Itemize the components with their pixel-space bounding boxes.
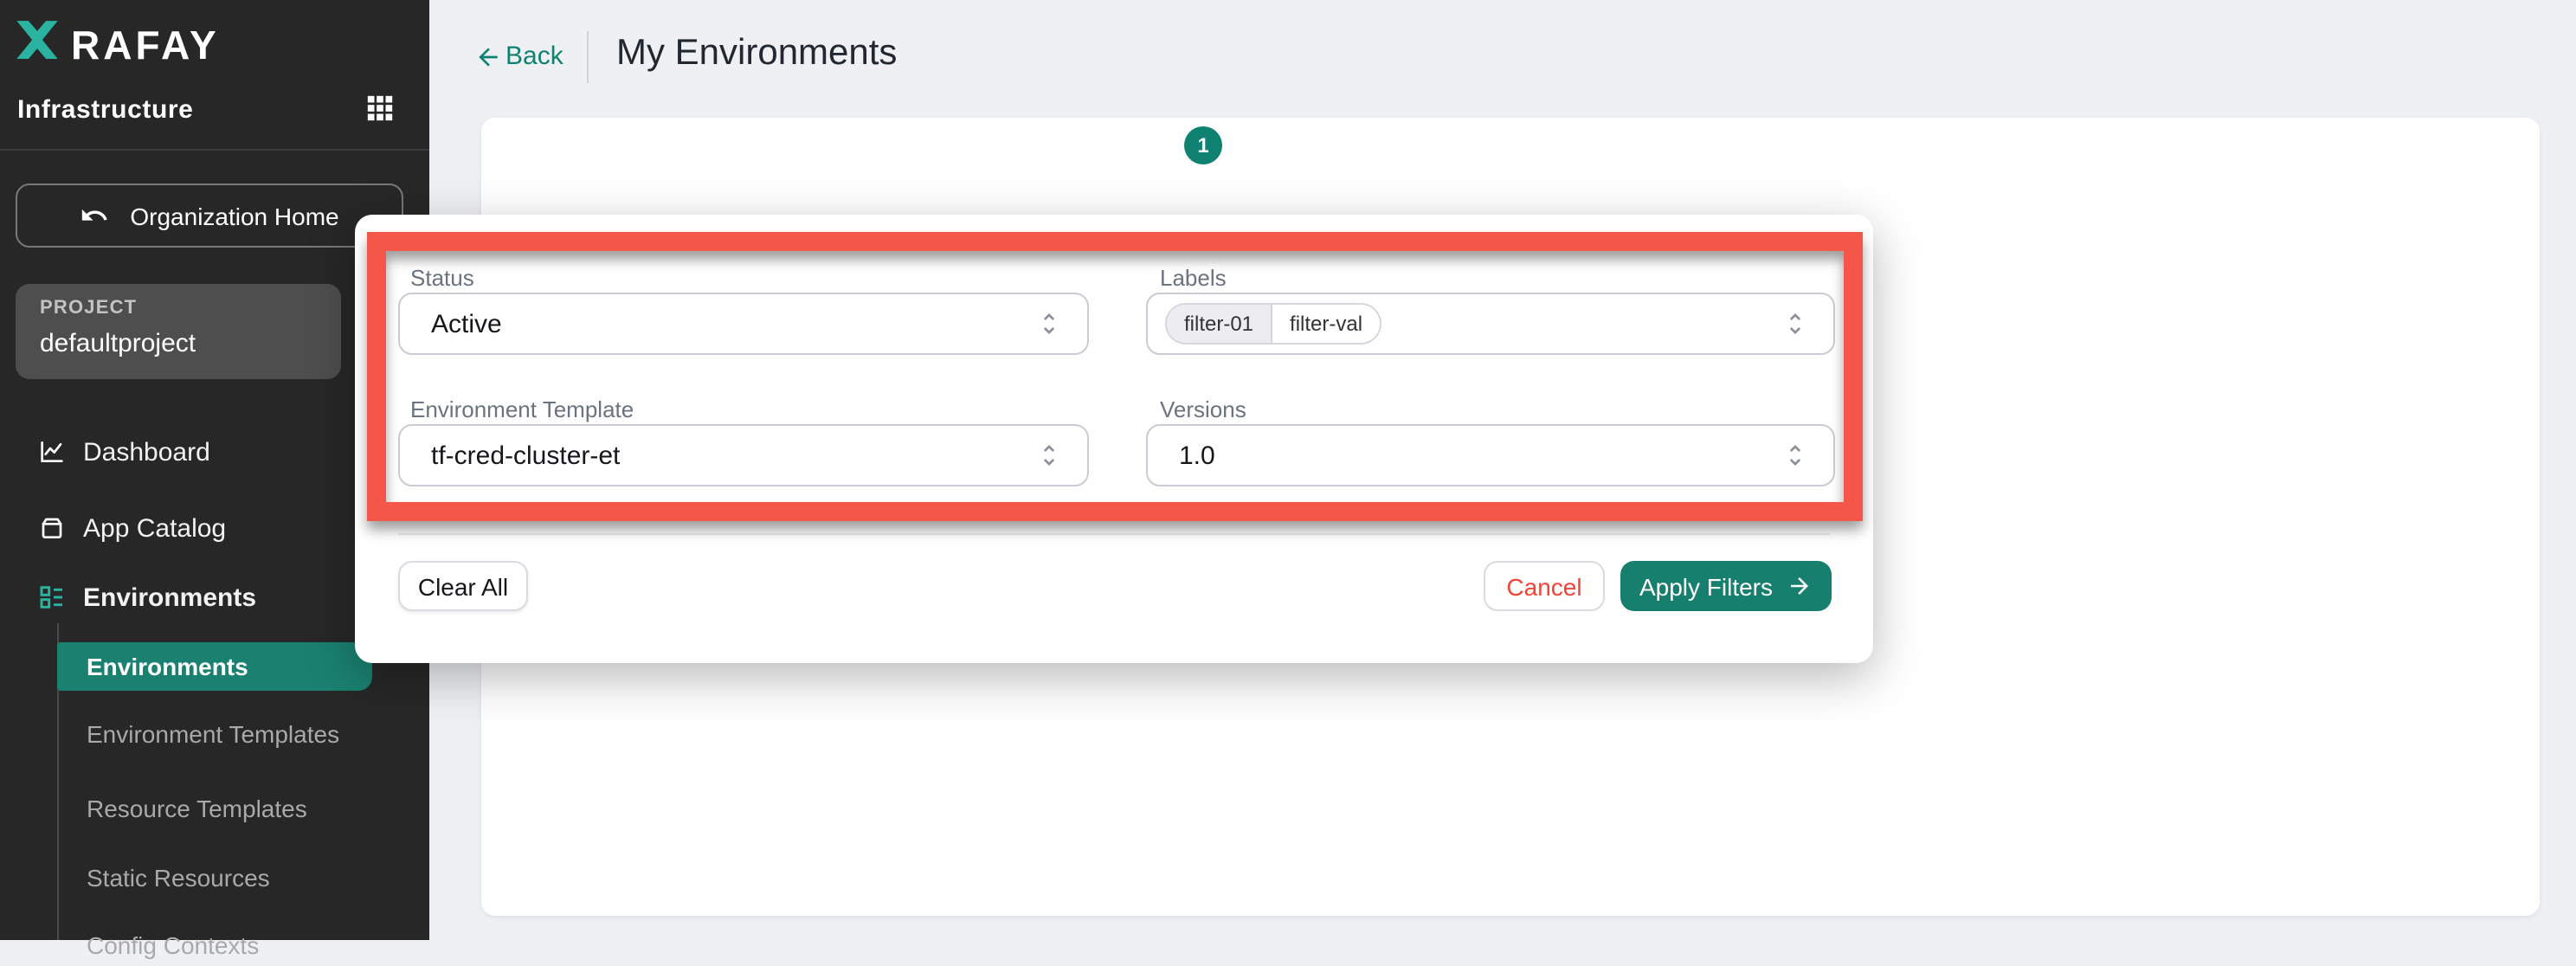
sidebar-item-label: Dashboard [83,437,210,467]
label-chip-value: filter-val [1271,305,1380,343]
apps-grid-icon[interactable] [365,93,395,123]
versions-field-label: Versions [1160,396,1246,422]
sidebar-subitem-static-resources[interactable]: Static Resources [87,864,270,898]
sidebar-subitem-config-contexts[interactable]: Config Contexts [87,931,259,966]
sidebar-divider [0,149,429,151]
project-name: defaultproject [40,329,196,358]
rafay-logo-icon [14,19,61,61]
sidebar-subitem-resource-templates[interactable]: Resource Templates [87,795,307,829]
project-selector[interactable]: PROJECT defaultproject [16,284,341,379]
environments-list-icon [38,583,66,611]
labels-select[interactable]: filter-01 filter-val [1146,293,1835,355]
app-catalog-box-icon [38,514,66,542]
project-label: PROJECT [40,298,137,319]
filter-count-badge: 1 [1184,126,1222,164]
versions-value: 1.0 [1179,441,1781,470]
header-divider [587,31,589,83]
unfold-more-icon [1035,310,1063,338]
unfold-more-icon [1781,441,1809,469]
status-select-value: Active [431,309,1035,338]
product-name: Infrastructure [17,95,193,125]
template-field-label: Environment Template [410,396,634,422]
clear-all-button[interactable]: Clear All [398,561,528,611]
filter-dialog: Status Active Labels filter-01 filter-va… [355,215,1873,663]
unfold-more-icon [1035,441,1063,469]
apply-filters-button[interactable]: Apply Filters [1620,561,1832,611]
cancel-button[interactable]: Cancel [1484,561,1605,611]
page-title: My Environments [616,33,897,74]
organization-home-label: Organization Home [130,202,338,229]
label-chip: filter-01 filter-val [1165,303,1381,345]
arrow-forward-icon [1787,573,1813,599]
dashboard-chart-icon [38,438,66,466]
versions-select[interactable]: 1.0 [1146,424,1835,486]
back-label: Back [506,42,564,71]
sidebar-subitem-environments-active[interactable]: Environments [57,642,372,691]
environment-template-value: tf-cred-cluster-et [431,441,1035,470]
brand-name: RAFAY [71,23,220,69]
sidebar-item-label: App Catalog [83,513,226,543]
back-button[interactable]: Back [474,42,564,71]
labels-field-label: Labels [1160,265,1227,291]
environment-template-select[interactable]: tf-cred-cluster-et [398,424,1089,486]
label-chip-key: filter-01 [1167,305,1271,343]
sidebar-subitem-label: Environments [87,653,248,680]
status-select[interactable]: Active [398,293,1089,355]
dialog-divider [398,533,1830,535]
apply-filters-label: Apply Filters [1639,572,1773,600]
status-field-label: Status [410,265,474,291]
app-root: Filter 1 Sharing PM - PM - PM - 05 v-1 S… [0,0,2576,940]
sidebar-item-label: Environments [83,583,256,612]
organization-home-button[interactable]: Organization Home [16,184,403,248]
return-arrow-icon [80,201,109,230]
sidebar-subitem-environment-templates[interactable]: Environment Templates [87,720,339,755]
arrow-back-icon [474,42,502,70]
unfold-more-icon [1781,310,1809,338]
